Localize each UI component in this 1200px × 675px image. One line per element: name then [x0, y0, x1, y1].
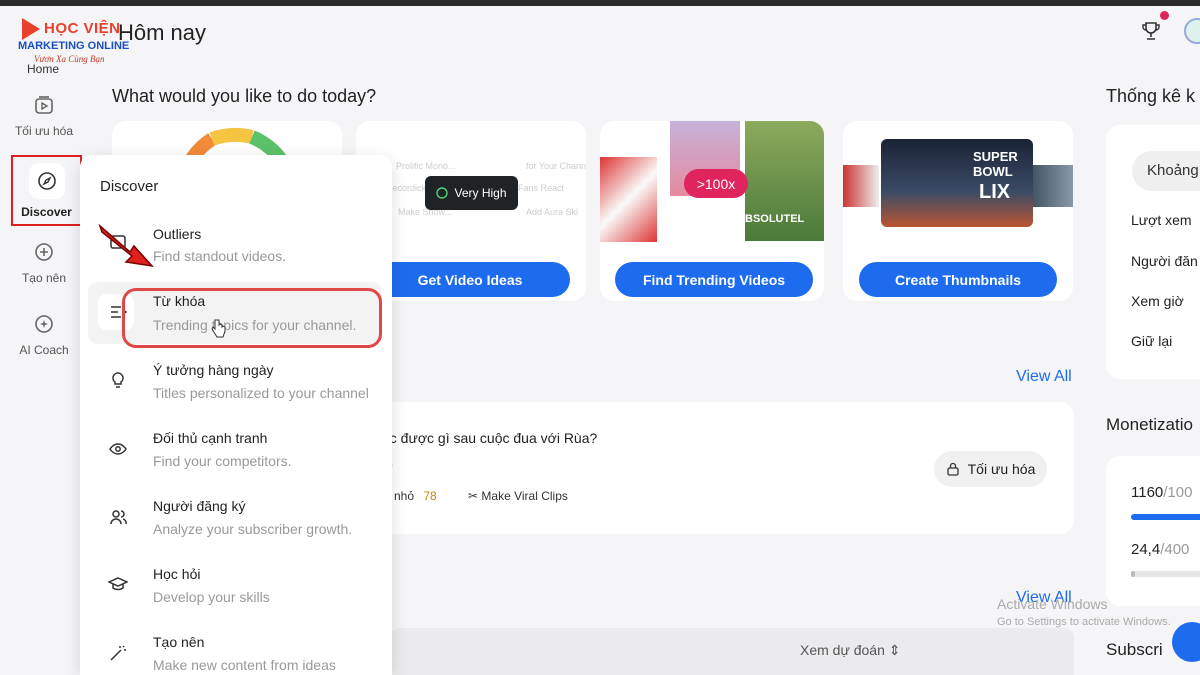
chat-button[interactable]	[1172, 622, 1200, 662]
progress-fill	[1131, 571, 1135, 577]
menu-item-subscribers[interactable]: Người đăng ký	[153, 498, 245, 514]
trend-icon	[436, 187, 449, 199]
optimize-button[interactable]: Tối ưu hóa	[934, 451, 1047, 487]
magic-wand-icon	[110, 645, 126, 661]
page-title: Hôm nay	[118, 20, 207, 45]
menu-item-outliers[interactable]: Outliers	[153, 226, 201, 242]
trophy-icon[interactable]	[1140, 20, 1162, 42]
sidebar-item-label: Discover	[21, 205, 72, 219]
menu-item-desc: Find your competitors.	[153, 453, 292, 469]
activate-windows-watermark: Activate Windows Go to Settings to activ…	[997, 596, 1171, 628]
highlight-box	[122, 288, 382, 348]
red-arrow-annotation	[98, 223, 154, 268]
stat-subscribers: Người đăn	[1131, 253, 1198, 269]
menu-item-desc: Analyze your subscriber growth.	[153, 521, 353, 537]
monetization-subs-bar	[1131, 514, 1200, 520]
sidebar-item-optimize[interactable]: Tối ưu hóa	[0, 94, 88, 138]
very-high-badge: Very High	[425, 176, 518, 210]
monetization-title: Monetizatio	[1106, 415, 1193, 434]
users-icon	[110, 510, 127, 525]
thumb-text: BOWL	[973, 164, 1013, 179]
plus-circle-icon	[35, 243, 53, 261]
bg-line: Fans React	[518, 183, 565, 193]
graduation-cap-icon	[108, 577, 128, 591]
sidebar-item-label: Tạo nên	[21, 271, 67, 285]
thumb-text: SUPER	[973, 149, 1018, 164]
sidebar-item-create[interactable]: Tạo nên	[0, 241, 88, 285]
video-title[interactable]: ọc được gì sau cuộc đua với Rùa?	[382, 430, 597, 446]
bg-line: Prolific Mono...	[396, 161, 456, 171]
super-bowl-thumbnail: SUPER BOWL LIX	[881, 139, 1033, 227]
sidebar-item-discover[interactable]: Discover	[11, 155, 82, 226]
logo-line2: MARKETING ONLINE	[18, 40, 130, 52]
brand-logo: HỌC VIỆN MARKETING ONLINE Vươn Xa Cùng B…	[14, 14, 134, 76]
get-video-ideas-button[interactable]: Get Video Ideas	[370, 262, 570, 297]
hand-cursor-icon	[211, 319, 226, 338]
thumb-image	[600, 157, 657, 242]
sidebar-item-label: Tối ưu hóa	[14, 124, 74, 138]
optimize-label: Tối ưu hóa	[967, 461, 1036, 477]
bg-line: for Your Channel Sense	[526, 161, 586, 171]
menu-item-create[interactable]: Tạo nên	[153, 634, 204, 650]
scissors-icon: ✂	[468, 489, 479, 503]
monetization-hours-value: 24,4/400	[1131, 541, 1190, 558]
thumb-text: LIX	[979, 181, 1011, 203]
menu-item-daily-ideas[interactable]: Ý tưởng hàng ngày	[153, 362, 274, 378]
progress-fill	[1131, 514, 1200, 520]
stat-views: Lượt xem	[1131, 212, 1192, 228]
section-title: What would you like to do today?	[112, 86, 377, 106]
notification-dot	[1160, 11, 1169, 20]
period-select[interactable]: Khoảng	[1132, 151, 1200, 191]
window-top-bar	[0, 0, 1200, 6]
compass-icon	[37, 172, 56, 190]
menu-item-desc: Titles personalized to your channel	[153, 385, 369, 401]
sidebar-item-home-label[interactable]: Home	[27, 62, 59, 76]
prediction-column-header[interactable]: Xem dự đoán ⇕	[800, 642, 901, 659]
thumb-image	[843, 165, 879, 207]
monetization-card	[1106, 456, 1200, 606]
sidebar-item-ai-coach[interactable]: AI Coach	[0, 313, 88, 357]
menu-item-learn[interactable]: Học hỏi	[153, 566, 200, 582]
growth-badge: >100x	[684, 169, 748, 198]
menu-item-desc: Make new content from ideas	[153, 657, 336, 673]
chat-sparkle-icon	[35, 315, 53, 333]
lock-icon	[946, 462, 959, 476]
badge-label: Very High	[454, 186, 507, 200]
menu-item-desc: Develop your skills	[153, 589, 270, 605]
menu-item-competitors[interactable]: Đối thủ cạnh tranh	[153, 430, 267, 446]
monetization-hours-bar	[1131, 571, 1200, 577]
monetization-subs-value: 1160/100	[1131, 484, 1193, 501]
lightbulb-icon	[112, 372, 124, 388]
stat-retention: Giữ lại	[1131, 333, 1173, 349]
play-square-icon	[35, 96, 53, 114]
logo-line1: HỌC VIỆN	[44, 20, 121, 37]
thumb-text: BSOLUTEL	[745, 213, 805, 225]
sidebar-item-label: AI Coach	[19, 343, 69, 357]
table-header	[390, 628, 1074, 675]
eye-icon	[109, 443, 127, 455]
thumb-image	[1033, 165, 1073, 207]
view-all-link[interactable]: View All	[1016, 368, 1072, 386]
subscribers-title: Subscri	[1106, 640, 1163, 659]
bg-line: Add Aura Ski	[526, 207, 579, 217]
find-trending-videos-button[interactable]: Find Trending Videos	[615, 262, 813, 297]
create-thumbnails-button[interactable]: Create Thumbnails	[859, 262, 1057, 297]
menu-item-desc: Find standout videos.	[153, 248, 287, 264]
make-viral-clips-link[interactable]: ✂ Make Viral Clips	[468, 489, 568, 503]
menu-title: Discover	[100, 178, 159, 195]
avatar[interactable]	[1184, 18, 1200, 44]
stats-title: Thống kê k	[1106, 86, 1196, 106]
stat-watch-hours: Xem giờ	[1131, 293, 1184, 309]
play-logo-icon	[22, 18, 40, 40]
